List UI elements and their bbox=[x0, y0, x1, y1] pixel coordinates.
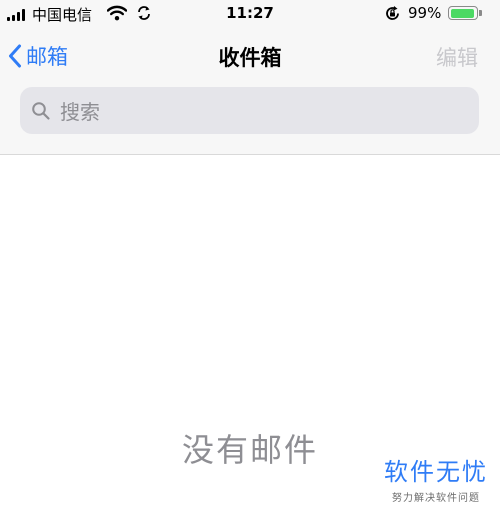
watermark: 软件无忧 努力解决软件问题 bbox=[372, 452, 500, 504]
battery-percentage: 99% bbox=[408, 4, 442, 22]
battery-icon bbox=[448, 6, 478, 20]
edit-button[interactable]: 编辑 bbox=[436, 42, 478, 72]
search-icon bbox=[32, 102, 50, 120]
search-bar[interactable] bbox=[20, 87, 479, 136]
watermark-brand: 软件无忧 bbox=[384, 458, 488, 486]
battery-level-fill bbox=[450, 8, 475, 18]
navigation-bar: 邮箱 收件箱 编辑 bbox=[0, 34, 500, 78]
header-area: 中国电信 11:27 99% 邮箱 收件箱 编辑 搜索 bbox=[0, 0, 500, 155]
search-input[interactable] bbox=[58, 87, 462, 136]
battery-cap bbox=[479, 10, 482, 16]
status-bar: 中国电信 11:27 99% bbox=[0, 0, 500, 28]
page-title: 收件箱 bbox=[218, 46, 282, 70]
rotation-lock-icon bbox=[386, 6, 399, 20]
watermark-tagline: 努力解决软件问题 bbox=[392, 493, 480, 504]
